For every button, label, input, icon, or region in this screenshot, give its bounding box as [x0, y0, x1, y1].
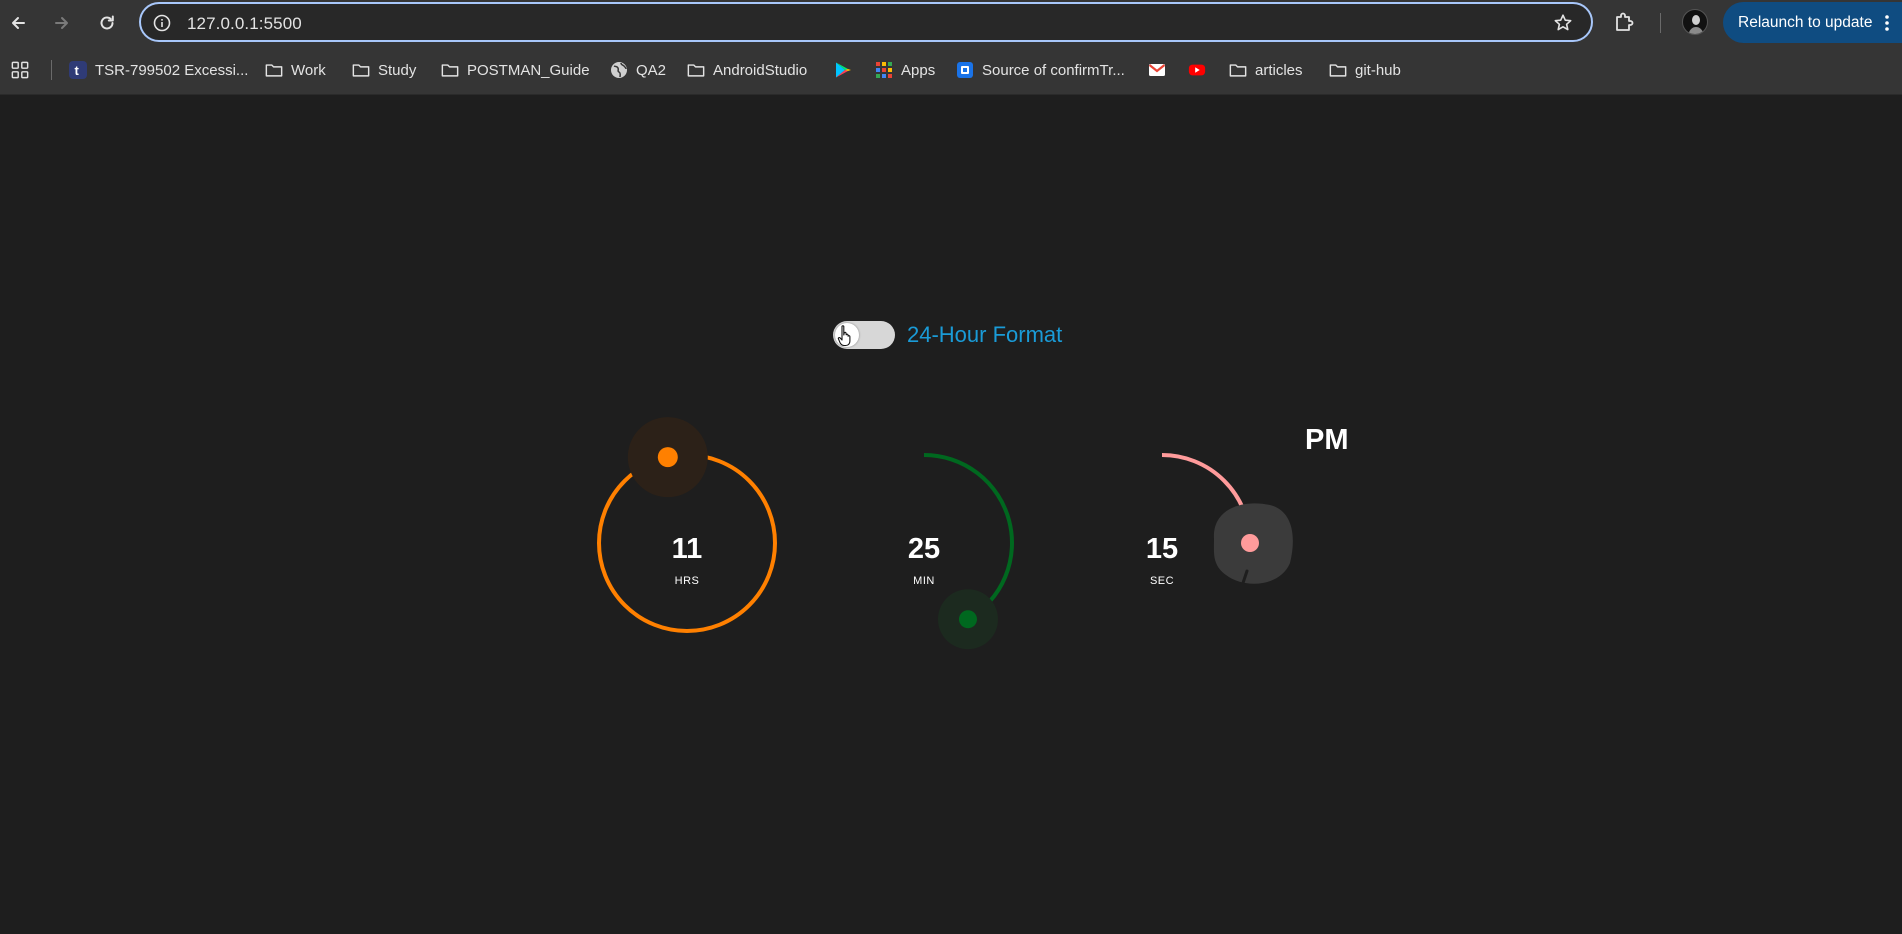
hours-value: 11 [671, 533, 703, 565]
bookmark-star-icon[interactable] [1553, 13, 1573, 33]
bookmark-qa2[interactable]: QA2 [610, 57, 666, 83]
play-store-icon [834, 61, 852, 79]
browser-toolbar: 127.0.0.1:5500 Relaunch to update [0, 0, 1902, 46]
bookmark-folder-androidstudio[interactable]: AndroidStudio [687, 57, 807, 83]
toolbar-divider [1660, 13, 1661, 33]
hours-handle-dot [657, 447, 678, 468]
hand-pointer-cursor-icon [837, 325, 851, 347]
address-bar[interactable]: 127.0.0.1:5500 [139, 2, 1593, 42]
bookmark-apps-shortcut[interactable] [11, 57, 29, 83]
bookmark-folder-work[interactable]: Work [265, 57, 326, 83]
site-info-icon[interactable] [153, 14, 171, 32]
bookmarks-divider [51, 60, 52, 80]
hours-unit-label: HRS [674, 575, 700, 587]
relaunch-to-update-button[interactable]: Relaunch to update [1723, 2, 1902, 43]
tumblr-icon: t [69, 61, 87, 79]
bookmark-app-icon [956, 61, 974, 79]
extensions-puzzle-icon[interactable] [1613, 10, 1637, 34]
forward-button[interactable] [47, 8, 77, 38]
bookmark-youtube[interactable] [1188, 57, 1206, 83]
folder-icon [1329, 61, 1347, 79]
clock-page: 24-Hour Format PM 11 HRS 25 MIN 15 SEC [0, 95, 1902, 934]
svg-text:t: t [75, 63, 80, 78]
seconds-dial: 15 SEC [1072, 453, 1293, 633]
relaunch-label: Relaunch to update [1738, 13, 1873, 31]
profile-avatar[interactable] [1682, 9, 1708, 35]
bookmark-tsr[interactable]: t TSR-799502 Excessi... [69, 57, 248, 83]
bookmark-folder-study[interactable]: Study [352, 57, 416, 83]
folder-icon [1229, 61, 1247, 79]
back-button[interactable] [3, 8, 33, 38]
am-pm-indicator: PM [1305, 424, 1349, 456]
bookmarks-bar: t TSR-799502 Excessi... Work Study POSTM… [0, 46, 1902, 95]
minutes-unit-label: MIN [913, 575, 935, 587]
bookmark-label: QA2 [636, 61, 667, 79]
bookmark-source-of-confirmtr[interactable]: Source of confirmTr... [956, 57, 1125, 83]
reload-button[interactable] [92, 8, 122, 38]
minutes-value: 25 [907, 533, 941, 565]
bookmark-apps[interactable]: Apps [875, 57, 935, 83]
bookmark-play-store[interactable] [834, 57, 852, 83]
bookmark-label: Work [291, 61, 326, 79]
apps-grid-icon [875, 61, 893, 79]
profile-picture-icon [1688, 15, 1704, 34]
format-toggle-label[interactable]: 24-Hour Format [907, 321, 1062, 349]
bookmark-label: articles [1255, 61, 1303, 79]
folder-icon [352, 61, 370, 79]
minutes-dial: 25 MIN [834, 453, 1014, 650]
bookmark-label: POSTMAN_Guide [467, 61, 590, 79]
bookmark-folder-postman-guide[interactable]: POSTMAN_Guide [441, 57, 590, 83]
globe-icon [610, 61, 628, 79]
more-menu-icon[interactable] [1884, 14, 1890, 32]
bookmark-label: AndroidStudio [713, 61, 808, 79]
url-text[interactable]: 127.0.0.1:5500 [187, 14, 302, 34]
folder-icon [687, 61, 705, 79]
seconds-value: 15 [1145, 533, 1179, 565]
bookmark-label: Study [378, 61, 417, 79]
youtube-icon [1188, 61, 1206, 79]
hours-dial: 11 HRS [597, 417, 777, 633]
bookmark-label: Source of confirmTr... [982, 61, 1125, 79]
bookmark-label: git-hub [1355, 61, 1401, 79]
bookmark-gmail[interactable] [1148, 57, 1166, 83]
reload-icon [100, 15, 114, 30]
bookmark-folder-git-hub[interactable]: git-hub [1329, 57, 1401, 83]
bookmark-label: Apps [901, 61, 936, 79]
back-arrow-icon [12, 17, 25, 29]
bookmark-folder-articles[interactable]: articles [1229, 57, 1303, 83]
folder-icon [265, 61, 283, 79]
folder-icon [441, 61, 459, 79]
apps-grid-icon [11, 61, 29, 79]
seconds-unit-label: SEC [1149, 575, 1175, 587]
minutes-handle-dot [958, 610, 977, 629]
gmail-icon [1148, 61, 1166, 79]
forward-arrow-icon [55, 17, 68, 29]
bookmark-label: TSR-799502 Excessi... [95, 61, 249, 79]
